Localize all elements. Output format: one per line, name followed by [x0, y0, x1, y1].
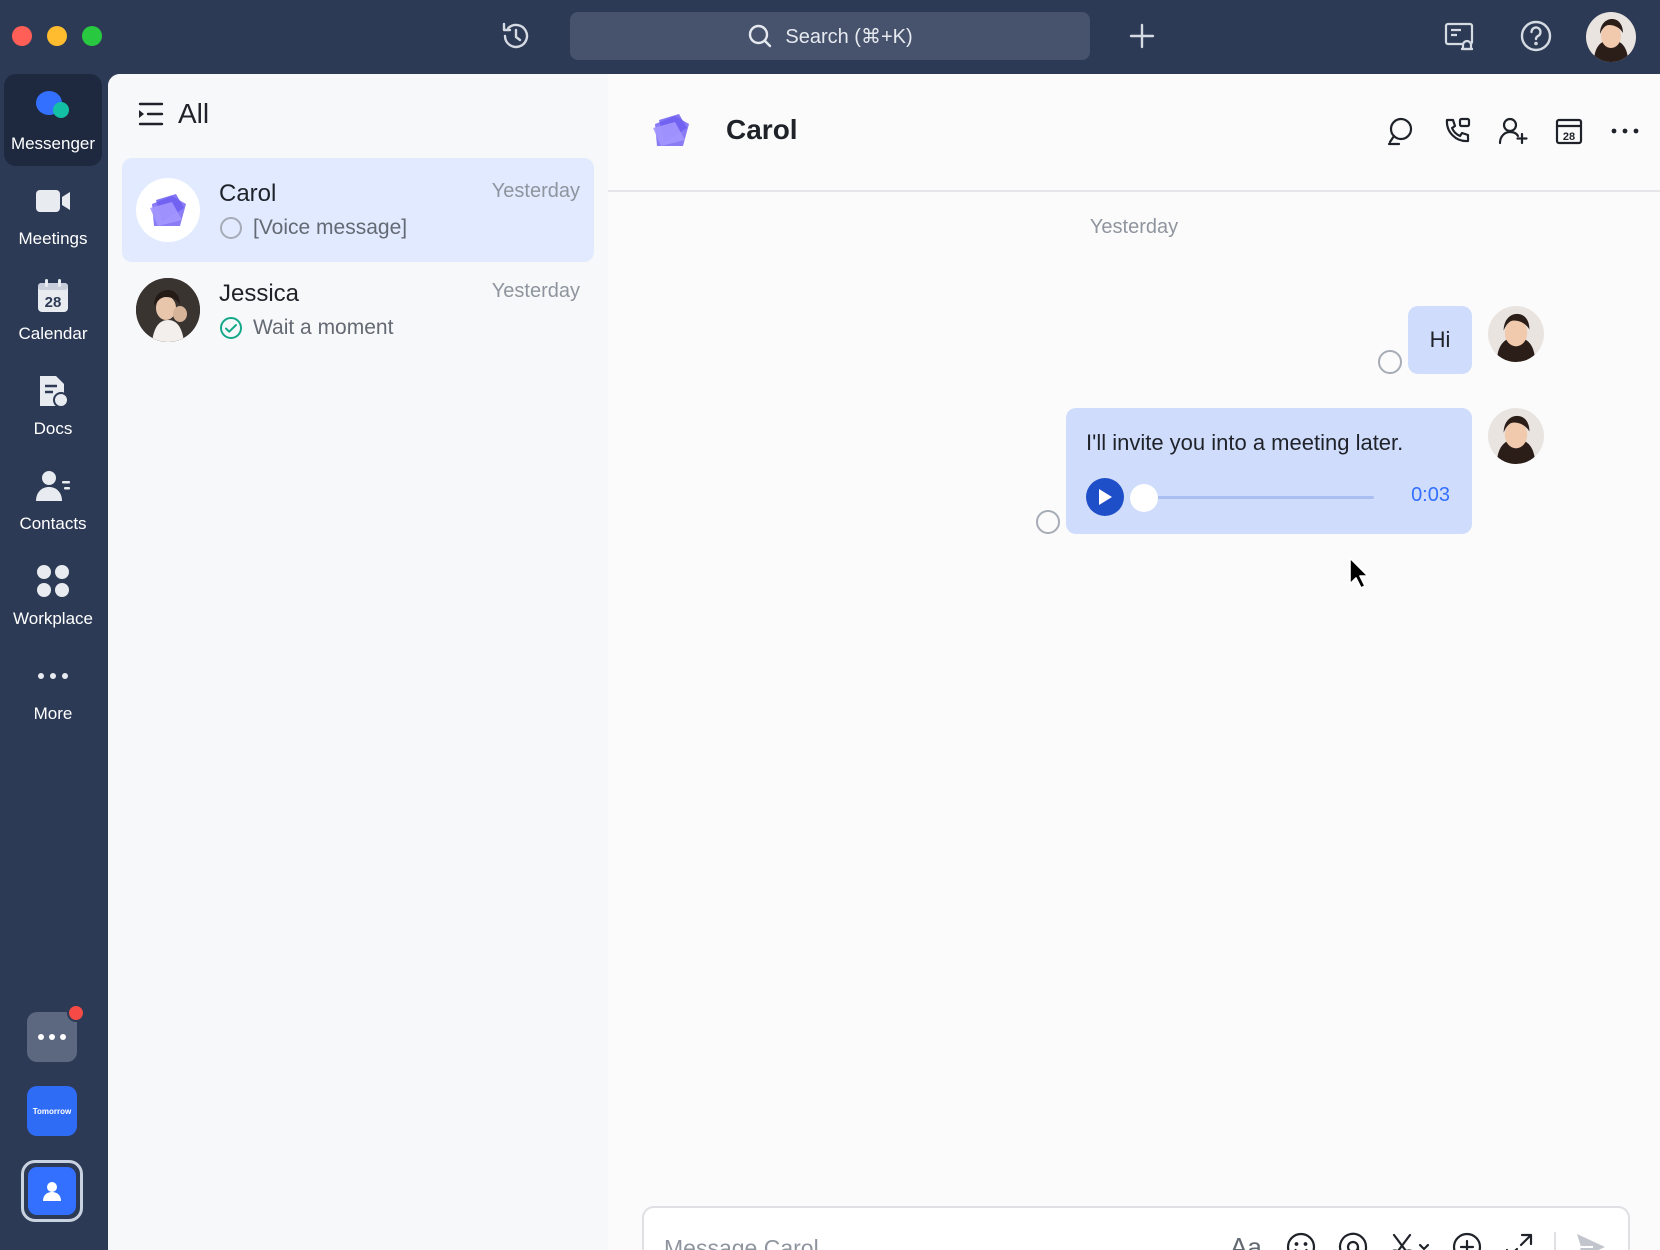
carol-chat-icon — [648, 110, 694, 156]
nav-item-meetings[interactable]: Meetings — [4, 169, 102, 261]
window-close-button[interactable] — [12, 26, 32, 46]
nav-label: More — [33, 704, 73, 723]
nav-label: Contacts — [19, 514, 87, 533]
chat-panel: Carol 28 Yesterday Hi I'll invite you in… — [608, 74, 1660, 1250]
conversation-time: Yesterday — [491, 180, 580, 202]
toolbar-divider — [1554, 1232, 1556, 1250]
nav-label: Docs — [33, 419, 73, 438]
play-button[interactable] — [1086, 478, 1124, 516]
text-format-icon[interactable]: Aa — [1226, 1230, 1266, 1250]
chat-filter-label: All — [178, 98, 210, 129]
conversation-item-carol[interactable]: Carol Yesterday [Voice message] — [122, 158, 594, 262]
conversation-preview: [Voice message] — [253, 216, 408, 239]
search-bar[interactable]: Search (⌘+K) — [570, 12, 1090, 60]
more-apps-button[interactable] — [27, 1004, 85, 1062]
nav-label: Workplace — [13, 609, 93, 628]
emoji-icon[interactable] — [1284, 1230, 1318, 1250]
nav-item-messenger[interactable]: Messenger — [4, 74, 102, 166]
window-zoom-button[interactable] — [82, 26, 102, 46]
notification-center-icon[interactable] — [1440, 16, 1480, 56]
user-avatar[interactable] — [1586, 12, 1636, 62]
sender-avatar[interactable] — [1488, 306, 1544, 362]
play-icon — [1099, 489, 1112, 505]
plus-icon[interactable] — [1122, 16, 1162, 56]
carol-avatar — [136, 178, 200, 242]
sender-avatar[interactable] — [1488, 408, 1544, 464]
expand-icon[interactable] — [1502, 1230, 1536, 1250]
conversation-time: Yesterday — [491, 280, 580, 302]
voice-transcript-text: I'll invite you into a meeting later. — [1086, 430, 1404, 455]
tomorrow-app-label: Tomorrow — [32, 1106, 72, 1116]
more-dots-icon — [38, 1034, 66, 1040]
voice-progress-track[interactable] — [1144, 496, 1374, 499]
mention-icon[interactable] — [1336, 1230, 1370, 1250]
nav-item-contacts[interactable]: Contacts — [4, 454, 102, 546]
calendar-icon: 28 — [33, 276, 73, 316]
text-format-label: Aa — [1230, 1231, 1262, 1250]
history-icon[interactable] — [496, 16, 536, 56]
message-bubble[interactable]: Hi — [1408, 306, 1472, 374]
nav-label: Meetings — [18, 229, 88, 248]
filter-list-icon — [138, 102, 164, 126]
profile-app-button[interactable] — [21, 1160, 83, 1222]
date-separator: Yesterday — [1089, 216, 1179, 238]
voice-message-bubble[interactable]: I'll invite you into a meeting later. 0:… — [1066, 408, 1472, 534]
unread-status-icon — [1378, 350, 1402, 374]
nav-item-workplace[interactable]: Workplace — [4, 549, 102, 641]
app-nav-sidebar: Messenger Meetings 28 Calendar Docs Cont… — [0, 74, 108, 1250]
messenger-icon — [33, 86, 73, 126]
unread-status-icon — [1036, 510, 1060, 534]
notification-badge — [67, 1004, 85, 1022]
tomorrow-app-button[interactable]: Tomorrow — [27, 1086, 77, 1136]
message-text: Hi — [1429, 327, 1451, 352]
nav-label: Calendar — [18, 324, 88, 343]
help-icon[interactable] — [1516, 16, 1556, 56]
nav-item-docs[interactable]: Docs — [4, 359, 102, 451]
unread-status-icon — [220, 217, 242, 239]
conversation-preview: Wait a moment — [253, 316, 394, 339]
jessica-avatar — [136, 278, 200, 342]
mouse-cursor-icon — [1348, 556, 1372, 590]
message-composer: Aa — [642, 1206, 1630, 1250]
window-minimize-button[interactable] — [47, 26, 67, 46]
more-options-icon[interactable] — [1608, 114, 1642, 148]
contacts-icon — [33, 466, 73, 506]
search-chat-icon[interactable] — [1384, 114, 1418, 148]
add-attachment-icon[interactable] — [1450, 1230, 1484, 1250]
nav-label: Messenger — [10, 134, 96, 153]
workplace-icon — [33, 561, 73, 601]
svg-text:28: 28 — [1563, 131, 1575, 143]
search-icon — [749, 24, 772, 48]
calendar-icon[interactable]: 28 — [1552, 114, 1586, 148]
main-panel: All Carol Yesterday [Voice message] Jess… — [108, 74, 1660, 1250]
svg-text:28: 28 — [45, 294, 62, 311]
chat-title: Carol — [726, 114, 798, 145]
voice-duration: 0:03 — [1411, 484, 1450, 506]
video-camera-icon — [33, 181, 73, 221]
title-bar: Search (⌘+K) — [0, 0, 1660, 74]
conversation-name: Carol — [219, 180, 277, 207]
search-label: Search (⌘+K) — [785, 25, 913, 48]
send-icon[interactable] — [1574, 1230, 1608, 1250]
conversation-item-jessica[interactable]: Jessica Yesterday Wait a moment — [122, 258, 594, 362]
read-check-icon — [220, 317, 242, 339]
screenshot-scissors-icon[interactable] — [1388, 1230, 1432, 1250]
voice-progress-knob[interactable] — [1130, 484, 1158, 512]
chat-list-panel: All Carol Yesterday [Voice message] Jess… — [108, 74, 608, 1250]
voice-player: 0:03 — [1086, 478, 1450, 518]
nav-item-more[interactable]: More — [4, 644, 102, 736]
nav-item-calendar[interactable]: 28 Calendar — [4, 264, 102, 356]
call-icon[interactable] — [1440, 114, 1474, 148]
add-member-icon[interactable] — [1496, 114, 1530, 148]
more-dots-icon — [33, 656, 73, 696]
message-input[interactable] — [664, 1228, 1164, 1250]
conversation-name: Jessica — [219, 280, 300, 307]
chat-filter-header[interactable]: All — [136, 98, 209, 130]
person-icon — [28, 1167, 76, 1215]
docs-icon — [33, 371, 73, 411]
chat-header: Carol 28 — [608, 74, 1660, 192]
